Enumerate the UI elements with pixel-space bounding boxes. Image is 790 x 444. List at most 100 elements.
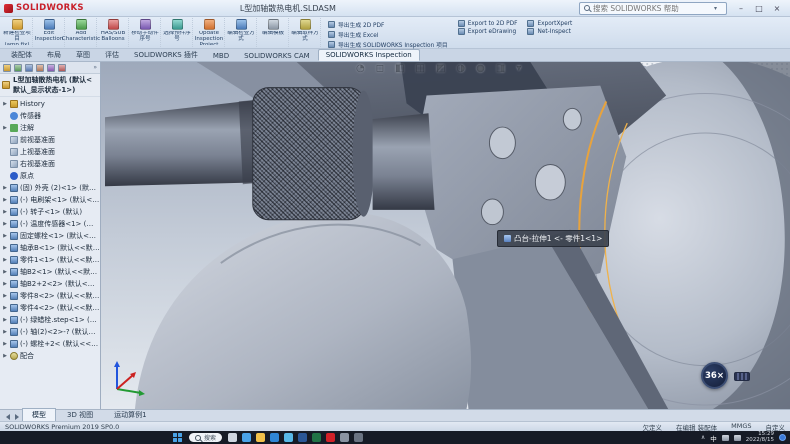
expand-arrow-icon[interactable]: ▶ <box>2 269 8 275</box>
command-tab[interactable]: 装配体 <box>4 49 39 61</box>
tree-item[interactable]: ▶ History <box>2 98 100 110</box>
hud-icon[interactable]: ◩ <box>436 63 445 74</box>
bolt-hole-2[interactable] <box>535 165 565 200</box>
help-search-box[interactable]: ▾ <box>579 2 727 15</box>
model-tab[interactable]: 模型 <box>22 408 56 421</box>
hud-icon[interactable]: ◻ <box>376 63 384 74</box>
command-tab[interactable]: SOLIDWORKS Inspection <box>318 49 420 61</box>
export-option[interactable]: 导出生成 2D PDF <box>328 20 448 29</box>
panel-chevron-icon[interactable]: » <box>93 64 97 71</box>
tree-item[interactable]: 原点 <box>2 170 100 182</box>
ime-language-badge[interactable]: 中 <box>710 433 717 443</box>
status-item[interactable]: 欠定义 <box>643 422 663 432</box>
ribbon-button[interactable]: 编辑模板 <box>258 18 289 47</box>
search-scope-chevron-icon[interactable]: ▾ <box>714 5 717 12</box>
graphics-viewport[interactable]: ◔ ◻ ◧ ◫ ◩ ◑ ● ◨ ▾ <box>101 62 790 409</box>
status-item[interactable]: 自定义 <box>766 422 786 432</box>
taskbar-app-icon[interactable] <box>242 433 251 442</box>
network-icon[interactable] <box>722 435 729 441</box>
expand-arrow-icon[interactable]: ▶ <box>2 293 8 299</box>
tree-item[interactable]: ▶ (-) 转子<1> (默认) <box>2 206 100 218</box>
ribbon-button[interactable]: 移动手动件序号 <box>130 18 161 47</box>
configurationmanager-tab-icon[interactable] <box>25 64 33 72</box>
expand-arrow-icon[interactable]: ▶ <box>2 233 8 239</box>
command-tab[interactable]: 布局 <box>40 49 68 61</box>
expand-arrow-icon[interactable]: ▶ <box>2 317 8 323</box>
magnifier-zoom-badge[interactable]: 36× <box>701 362 728 389</box>
expand-arrow-icon[interactable]: ▶ <box>2 101 8 107</box>
ribbon-button[interactable]: 编辑检查方式 <box>226 18 257 47</box>
bolt-hole-3[interactable] <box>481 199 503 225</box>
tree-item[interactable]: ▶ (-) 轴(2)<2>-? (默认<<默认>_显示状态>) <box>2 326 100 338</box>
tree-item[interactable]: ▶ 零件1<1> (默认<<默认>_显示状态>) <box>2 254 100 266</box>
tree-item[interactable]: ▶ (-) 螺栓+2< (默认<<默认>_显示状态>) <box>2 338 100 350</box>
displaymanager-tab-icon[interactable] <box>47 64 55 72</box>
tree-item[interactable]: 前视基准面 <box>2 134 100 146</box>
tray-chevron-icon[interactable]: ∧ <box>701 434 705 441</box>
tree-item[interactable]: ▶ 零件8<2> (默认<<默认>_显示状态>) <box>2 290 100 302</box>
ribbon-button[interactable]: Add Characteristic <box>66 18 97 47</box>
ribbon-button[interactable]: HAS/SUB Balloons <box>98 18 129 47</box>
command-tab[interactable]: MBD <box>206 51 236 61</box>
assembly-root-node[interactable]: L型加轴散热电机 (默认<默认_显示状态-1>) <box>0 74 100 97</box>
taskbar-app-icon[interactable] <box>298 433 307 442</box>
tree-item[interactable]: 右视基准面 <box>2 158 100 170</box>
command-tab[interactable]: 评估 <box>98 49 126 61</box>
tree-item[interactable]: ▶ 轴B2+2<2> (默认<<默认>_显示状态>) <box>2 278 100 290</box>
inspectionmanager-tab-icon[interactable] <box>58 64 66 72</box>
taskbar-app-icon[interactable] <box>228 433 237 442</box>
ribbon-button[interactable]: 选择预件序号 <box>162 18 193 47</box>
hud-icon[interactable]: ◔ <box>356 63 365 74</box>
status-item[interactable]: 在编辑 装配体 <box>676 422 717 432</box>
maximize-button[interactable]: □ <box>750 1 768 15</box>
close-button[interactable]: × <box>768 1 786 15</box>
expand-arrow-icon[interactable]: ▶ <box>2 353 8 359</box>
tree-item[interactable]: ▶ 轴B2<1> (默认<<默认>_显示状态>) <box>2 266 100 278</box>
expand-arrow-icon[interactable]: ▶ <box>2 305 8 311</box>
expand-arrow-icon[interactable]: ▶ <box>2 209 8 215</box>
command-tab[interactable]: SOLIDWORKS CAM <box>237 51 317 61</box>
tree-item[interactable]: ▶ 固定螺栓<1> (默认<<默认>_显示状态>) <box>2 230 100 242</box>
taskbar-search[interactable]: 搜索 <box>189 433 222 442</box>
taskbar-app-icon[interactable] <box>312 433 321 442</box>
hud-icon[interactable]: ● <box>476 63 485 74</box>
knurled-heatsink-cylinder[interactable] <box>253 88 365 220</box>
tree-item[interactable]: ▶ 轴承B<1> (默认<<默认>_显示状态>) <box>2 242 100 254</box>
volume-icon[interactable] <box>734 435 741 441</box>
hud-icon[interactable]: ◑ <box>456 63 465 74</box>
hud-icon[interactable]: ◧ <box>395 63 404 74</box>
model-tab[interactable]: 运动算例1 <box>104 408 156 421</box>
taskbar-app-icon[interactable] <box>256 433 265 442</box>
expand-arrow-icon[interactable]: ▶ <box>2 329 8 335</box>
export-option[interactable]: 导出生成 Excel <box>328 30 448 39</box>
expand-arrow-icon[interactable]: ▶ <box>2 341 8 347</box>
command-tab[interactable]: SOLIDWORKS 插件 <box>127 49 205 61</box>
tree-item[interactable]: ▶ (-) 绿蜡栓.step<1> (默认<<默认>_显示状态>) <box>2 314 100 326</box>
tabs-scroll-left-icon[interactable] <box>4 412 12 421</box>
expand-arrow-icon[interactable]: ▶ <box>2 197 8 203</box>
ribbon-button[interactable]: Edit Inspection <box>34 18 65 47</box>
3d-model-canvas[interactable] <box>101 62 790 409</box>
taskbar-clock[interactable]: 15:29 2022/8/15 <box>746 432 774 443</box>
tree-item[interactable]: ▶ (-) 温度传感器<1> (默认<<默认>_显示状态>) <box>2 218 100 230</box>
tree-item[interactable]: ▶ 配合 <box>2 350 100 362</box>
export-option[interactable]: 导出生成 SOLIDWORKS Inspection 项目 <box>328 40 448 49</box>
notification-button[interactable] <box>779 434 786 441</box>
inner-shaft-stub[interactable] <box>373 113 435 210</box>
hud-icon[interactable]: ▾ <box>516 63 521 74</box>
tabs-scroll-right-icon[interactable] <box>13 412 21 421</box>
expand-arrow-icon[interactable]: ▶ <box>2 185 8 191</box>
help-search-input[interactable] <box>593 4 711 13</box>
taskbar-app-icon[interactable] <box>340 433 349 442</box>
command-tab[interactable]: 草图 <box>69 49 97 61</box>
expand-arrow-icon[interactable]: ▶ <box>2 245 8 251</box>
export-option[interactable]: ExportXpert <box>527 20 572 27</box>
expand-arrow-icon[interactable]: ▶ <box>2 281 8 287</box>
ribbon-button[interactable]: 新建检查项目 (amp.fix) <box>2 18 33 47</box>
export-option[interactable]: Export to 2D PDF <box>458 20 518 27</box>
hud-icon[interactable]: ◫ <box>416 63 425 74</box>
start-button[interactable] <box>173 433 183 443</box>
dimxpertmanager-tab-icon[interactable] <box>36 64 44 72</box>
status-item[interactable]: MMGS <box>731 422 751 432</box>
tree-item[interactable]: ▶ (-) 电刷架<1> (默认<<默认>_显示状态>) <box>2 194 100 206</box>
